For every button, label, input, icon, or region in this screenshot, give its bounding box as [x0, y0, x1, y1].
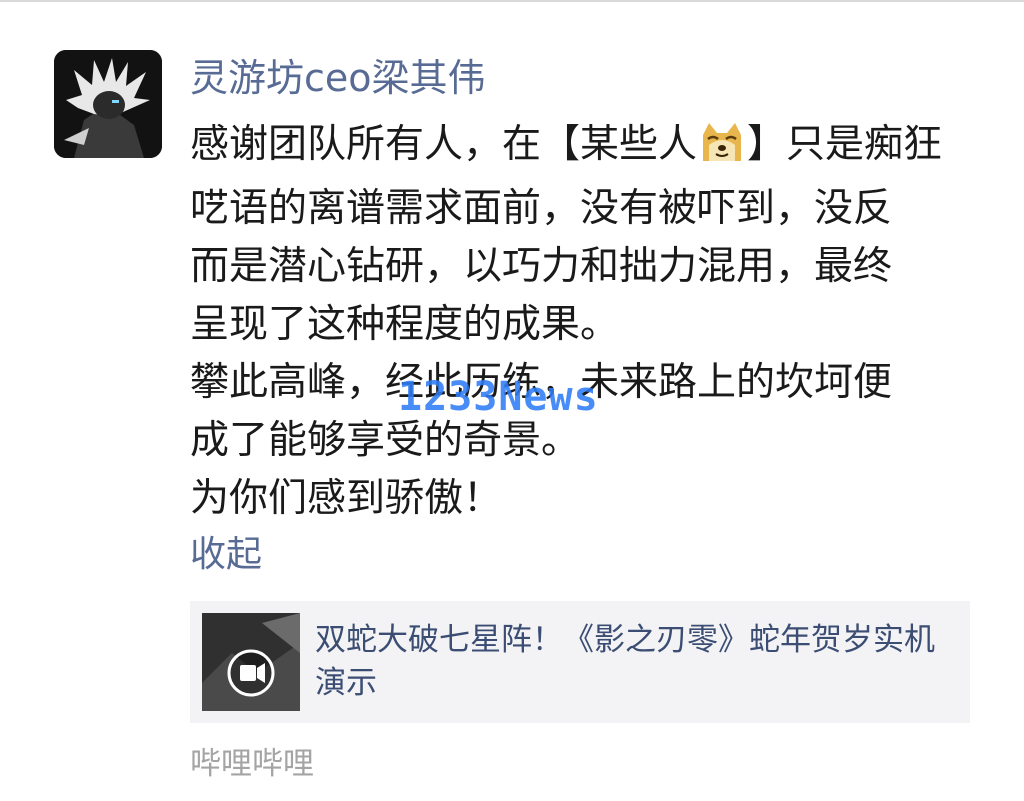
- video-play-icon: [227, 649, 275, 697]
- post-line: 呓语的离谱需求面前，没有被吓到，没反: [190, 186, 893, 231]
- collapse-button[interactable]: 收起: [190, 532, 262, 578]
- top-divider: [0, 0, 1024, 2]
- post-line: 而是潜心钻研，以巧力和拙力混用，最终: [190, 244, 893, 289]
- avatar[interactable]: [54, 50, 162, 158]
- doge-emoji-icon: [699, 121, 745, 180]
- post-text-segment: 感谢团队所有人，在【某些人: [190, 122, 698, 167]
- post-author-name[interactable]: 灵游坊ceo梁其伟: [190, 52, 486, 104]
- video-thumbnail: [202, 613, 300, 711]
- post-line: 呈现了这种程度的成果。: [190, 302, 620, 347]
- post-line: 为你们感到骄傲！: [190, 476, 503, 521]
- post-text-segment: 】只是痴狂: [747, 122, 943, 167]
- post-line: 攀此高峰，经此历练，未来路上的坎坷便: [190, 360, 893, 405]
- post-line: 感谢团队所有人，在【某些人 】只是痴狂: [190, 116, 980, 180]
- moments-post-page: 灵游坊ceo梁其伟 感谢团队所有人，在【某些人 】只是痴狂 呓语的离谱需求面前，没…: [0, 0, 1024, 801]
- source-label[interactable]: 哔哩哔哩: [190, 742, 314, 786]
- avatar-image: [54, 50, 162, 158]
- shared-video-title: 双蛇大破七星阵！《影之刃零》蛇年贺岁实机演示: [315, 622, 935, 701]
- shared-video-card[interactable]: 双蛇大破七星阵！《影之刃零》蛇年贺岁实机演示: [190, 601, 970, 723]
- post-body: 感谢团队所有人，在【某些人 】只是痴狂 呓语的离谱需求面前，没有被吓到，没反 而是…: [190, 116, 980, 528]
- post-line: 成了能够享受的奇景。: [190, 418, 581, 463]
